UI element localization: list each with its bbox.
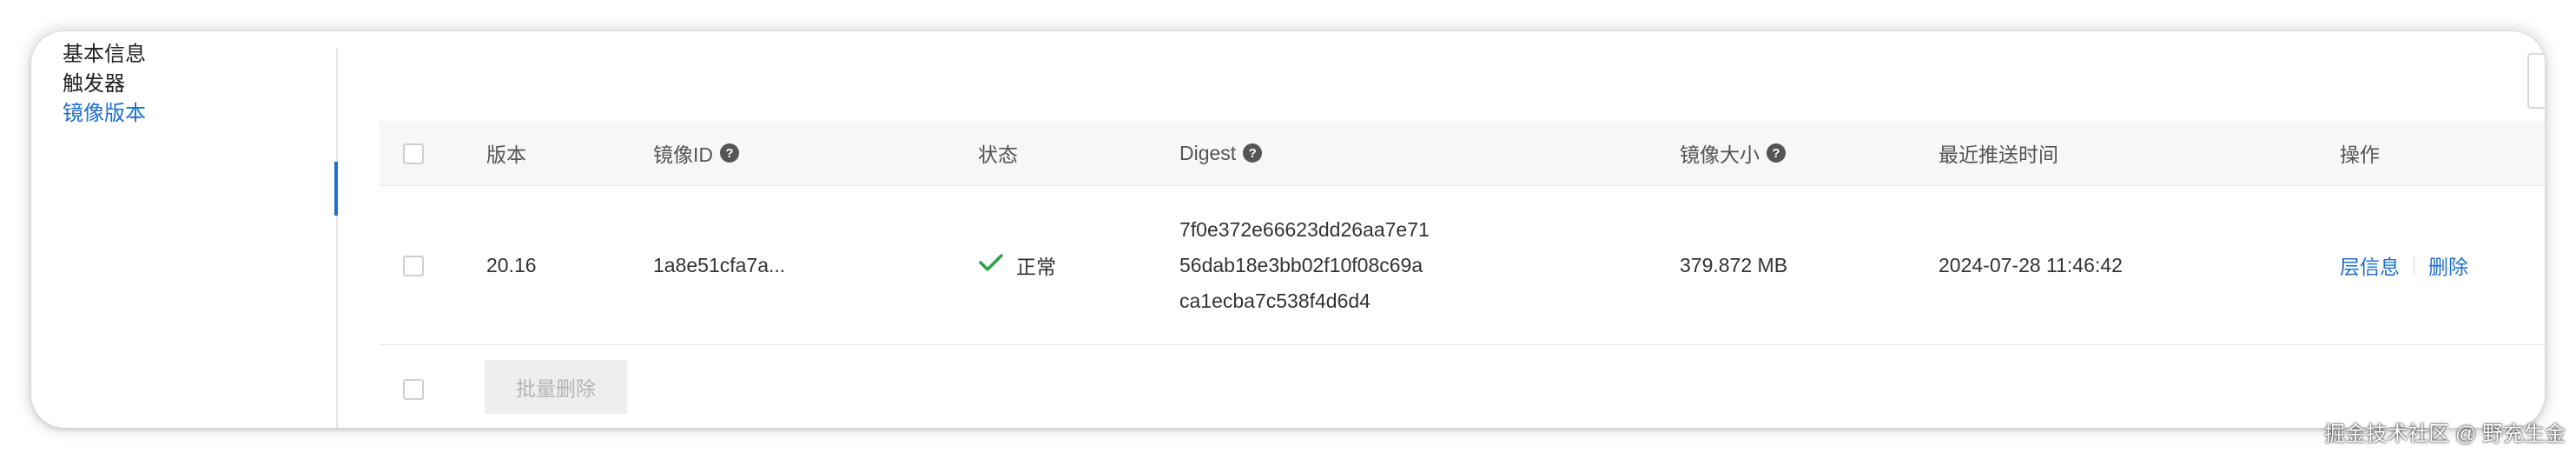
sidebar-divider bbox=[336, 49, 338, 428]
last-push-time-cell: 2024-07-28 11:46:42 bbox=[1939, 253, 2123, 276]
status-text: 正常 bbox=[1016, 256, 1056, 278]
table-row: 20.16 1a8e51cfa7a... 正常 7f0e372e66623dd2… bbox=[379, 186, 2545, 345]
sidebar-item-triggers[interactable]: 触发器 bbox=[63, 66, 125, 96]
table-header: 版本 镜像ID ? 状态 Digest ? 镜像大小 ? 最近推送时间 操作 bbox=[379, 121, 2545, 186]
row-checkbox[interactable] bbox=[403, 256, 424, 276]
column-status: 状态 bbox=[978, 143, 1018, 166]
column-image-size: 镜像大小 ? bbox=[1680, 121, 1786, 185]
delete-link[interactable]: 删除 bbox=[2428, 250, 2468, 280]
digest-line: 7f0e372e66623dd26aa7e71 bbox=[1179, 217, 1430, 241]
column-image-id: 镜像ID ? bbox=[653, 121, 739, 185]
batch-delete-button[interactable]: 批量删除 bbox=[485, 360, 627, 414]
sidebar-active-indicator bbox=[334, 162, 338, 216]
image-size-cell: 379.872 MB bbox=[1680, 253, 1788, 276]
sidebar-item-basic-info[interactable]: 基本信息 bbox=[63, 37, 146, 67]
select-all-checkbox[interactable] bbox=[403, 143, 424, 164]
column-last-push-time: 最近推送时间 bbox=[1939, 143, 2058, 166]
toolbar-button[interactable] bbox=[2527, 53, 2545, 109]
column-version: 版本 bbox=[486, 143, 526, 166]
sidebar-item-image-versions[interactable]: 镜像版本 bbox=[63, 96, 146, 126]
footer-select-all-checkbox[interactable] bbox=[403, 379, 424, 400]
watermark: 掘金技术社区 @ 野充生金 bbox=[2324, 422, 2566, 446]
digest-line: 56dab18e3bb02f10f08c69a bbox=[1179, 253, 1423, 276]
digest-cell: 7f0e372e66623dd26aa7e71 56dab18e3bb02f10… bbox=[1179, 186, 1430, 344]
image-id-cell: 1a8e51cfa7a... bbox=[653, 253, 786, 276]
sidebar: 基本信息 触发器 镜像版本 bbox=[31, 31, 337, 428]
version-cell: 20.16 bbox=[486, 253, 537, 276]
detail-card: 基本信息 触发器 镜像版本 版本 镜像ID ? 状态 Digest ? 镜像大小… bbox=[31, 31, 2545, 428]
digest-line: ca1ecba7c538f4d6d4 bbox=[1179, 289, 1371, 312]
help-circle-icon[interactable]: ? bbox=[1243, 143, 1263, 163]
help-circle-icon[interactable]: ? bbox=[720, 143, 739, 163]
column-actions: 操作 bbox=[2340, 143, 2380, 166]
help-circle-icon[interactable]: ? bbox=[1767, 143, 1786, 163]
column-digest: Digest ? bbox=[1179, 121, 1263, 185]
actions-cell: 层信息 删除 bbox=[2340, 186, 2468, 344]
status-cell: 正常 bbox=[978, 186, 1056, 344]
check-icon bbox=[978, 252, 1004, 278]
main-panel: 版本 镜像ID ? 状态 Digest ? 镜像大小 ? 最近推送时间 操作 2… bbox=[339, 31, 2545, 428]
layer-info-link[interactable]: 层信息 bbox=[2340, 250, 2400, 280]
